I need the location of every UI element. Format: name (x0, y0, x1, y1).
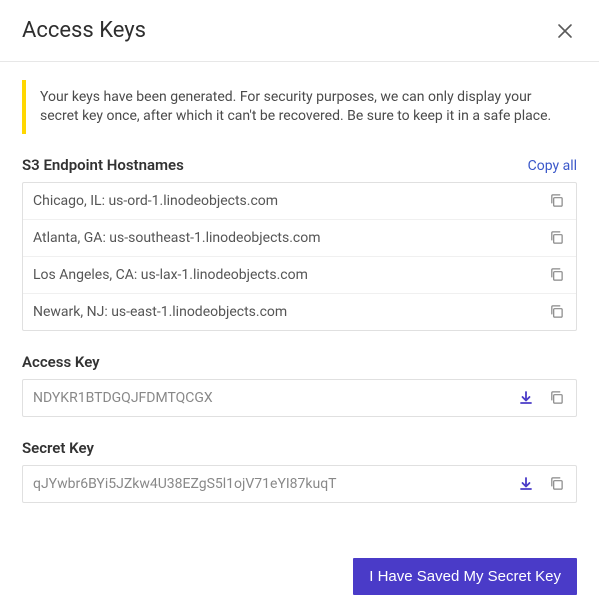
access-key-title: Access Key (22, 353, 100, 371)
copy-secret-key-button[interactable] (546, 474, 566, 494)
copy-all-link[interactable]: Copy all (528, 158, 577, 174)
endpoint-text: Newark, NJ: us-east-1.linodeobjects.com (33, 304, 287, 320)
dialog-footer: I Have Saved My Secret Key (0, 542, 599, 615)
secret-key-value: qJYwbr6BYi5JZkw4U38EZgS5l1ojV71eYI87kuqT (33, 476, 516, 492)
endpoint-text: Atlanta, GA: us-southeast-1.linodeobject… (33, 230, 321, 246)
close-button[interactable] (553, 19, 577, 43)
endpoint-row: Newark, NJ: us-east-1.linodeobjects.com (23, 293, 576, 330)
copy-icon (549, 193, 564, 208)
endpoints-header: S3 Endpoint Hostnames Copy all (22, 156, 577, 174)
notice-text: Your keys have been generated. For secur… (40, 88, 565, 126)
copy-icon (549, 304, 564, 319)
access-key-box: NDYKR1BTDGQJFDMTQCGX (22, 379, 577, 417)
download-secret-key-button[interactable] (516, 474, 536, 494)
endpoint-list: Chicago, IL: us-ord-1.linodeobjects.com … (22, 182, 577, 331)
download-icon (518, 390, 534, 406)
dialog-header: Access Keys (0, 0, 599, 62)
endpoints-title: S3 Endpoint Hostnames (22, 156, 184, 174)
copy-access-key-button[interactable] (546, 388, 566, 408)
access-key-section: Access Key NDYKR1BTDGQJFDMTQCGX (22, 353, 577, 417)
endpoint-text: Chicago, IL: us-ord-1.linodeobjects.com (33, 193, 278, 209)
endpoint-row: Atlanta, GA: us-southeast-1.linodeobject… (23, 219, 576, 256)
endpoint-row: Los Angeles, CA: us-lax-1.linodeobjects.… (23, 256, 576, 293)
copy-icon (549, 267, 564, 282)
copy-endpoint-button[interactable] (546, 191, 566, 211)
copy-icon (549, 390, 564, 405)
secret-key-box: qJYwbr6BYi5JZkw4U38EZgS5l1ojV71eYI87kuqT (22, 465, 577, 503)
copy-icon (549, 476, 564, 491)
copy-endpoint-button[interactable] (546, 302, 566, 322)
endpoint-row: Chicago, IL: us-ord-1.linodeobjects.com (23, 183, 576, 219)
dialog-title: Access Keys (22, 18, 146, 43)
download-icon (518, 476, 534, 492)
copy-icon (549, 230, 564, 245)
access-key-value: NDYKR1BTDGQJFDMTQCGX (33, 390, 516, 406)
confirm-saved-button[interactable]: I Have Saved My Secret Key (353, 558, 577, 595)
endpoint-text: Los Angeles, CA: us-lax-1.linodeobjects.… (33, 267, 308, 283)
copy-endpoint-button[interactable] (546, 265, 566, 285)
dialog-content: Your keys have been generated. For secur… (0, 62, 599, 503)
secret-key-title: Secret Key (22, 439, 94, 457)
copy-endpoint-button[interactable] (546, 228, 566, 248)
download-access-key-button[interactable] (516, 388, 536, 408)
security-notice: Your keys have been generated. For secur… (22, 80, 577, 134)
close-icon (557, 23, 573, 39)
secret-key-section: Secret Key qJYwbr6BYi5JZkw4U38EZgS5l1ojV… (22, 439, 577, 503)
